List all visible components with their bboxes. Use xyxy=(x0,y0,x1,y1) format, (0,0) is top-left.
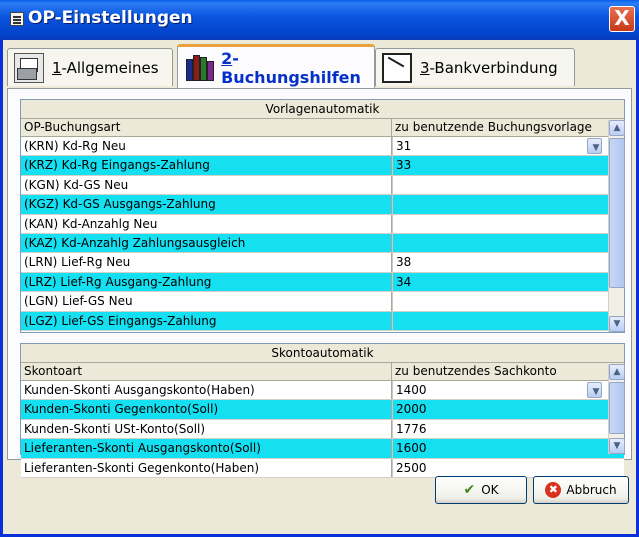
vorlagen-section-title: Vorlagenautomatik xyxy=(21,100,624,119)
title-bar[interactable]: OP-Einstellungen X xyxy=(0,0,639,40)
cell-value[interactable]: 34 xyxy=(392,272,604,292)
scroll-down-icon[interactable]: ▼ xyxy=(609,316,625,332)
skonto-row[interactable]: Lieferanten-Skonti Gegenkonto(Haben) 2500 xyxy=(21,458,624,478)
skonto-rows: Kunden-Skonti Ausgangskonto(Haben) 1400 ▼ K… xyxy=(21,381,624,478)
vorlagen-row[interactable]: (LGN) Lief-GS Neu xyxy=(21,292,624,312)
vorlagen-row[interactable]: (KAZ) Kd-Anzahlg Zahlungsausgleich xyxy=(21,233,624,254)
cell-value[interactable]: 1600 xyxy=(392,439,604,458)
tab-strip: 1-Allgemeines 2-Buchungshilfen 3-Bankver… xyxy=(7,44,637,90)
x-circle-icon: ✖ xyxy=(545,482,562,498)
cell-art: (LGZ) Lief-GS Eingangs-Zahlung xyxy=(21,311,392,330)
skonto-row[interactable]: Kunden-Skonti Ausgangskonto(Haben) 1400 ▼ xyxy=(21,381,624,401)
cell-value[interactable]: 31 xyxy=(392,137,604,156)
cell-value[interactable]: 1776 xyxy=(392,419,604,439)
cell-art: (KGZ) Kd-GS Ausgangs-Zahlung xyxy=(21,195,392,214)
cell-art: Kunden-Skonti Ausgangskonto(Haben) xyxy=(21,381,392,400)
cell-art: (KAN) Kd-Anzahlg Neu xyxy=(21,214,392,233)
vorlagen-row[interactable]: (KGN) Kd-GS Neu xyxy=(21,175,624,196)
cell-art: Kunden-Skonti Gegenkonto(Soll) xyxy=(21,400,392,419)
books-icon xyxy=(184,53,214,83)
vorlagen-row[interactable]: (KRZ) Kd-Rg Eingangs-Zahlung 33 xyxy=(21,156,624,176)
skonto-scrollbar[interactable]: ▲ ▼ xyxy=(608,364,625,454)
cell-art: (KGN) Kd-GS Neu xyxy=(21,175,392,195)
scroll-thumb[interactable] xyxy=(609,138,625,288)
skonto-row[interactable]: Kunden-Skonti Gegenkonto(Soll) 2000 xyxy=(21,400,624,420)
ok-button[interactable]: ✔ OK xyxy=(435,476,527,504)
dropdown-arrow-icon[interactable]: ▼ xyxy=(587,138,602,154)
cancel-button[interactable]: ✖ Abbruch xyxy=(533,476,629,504)
vorlagen-row[interactable]: (KGZ) Kd-GS Ausgangs-Zahlung xyxy=(21,195,624,215)
cell-value[interactable]: 38 xyxy=(392,253,604,272)
cell-value[interactable] xyxy=(392,214,604,233)
vorlagen-row[interactable]: (KAN) Kd-Anzahlg Neu xyxy=(21,214,624,234)
cell-art: Lieferanten-Skonti Gegenkonto(Haben) xyxy=(21,458,392,477)
cell-art: (LRZ) Lief-Rg Ausgang-Zahlung xyxy=(21,272,392,292)
check-icon: ✔ xyxy=(463,482,476,498)
dialog-window: OP-Einstellungen X 1-Allgemeines 2-Buchu… xyxy=(0,0,639,537)
cell-value[interactable] xyxy=(392,311,604,330)
vorlagen-row[interactable]: (LGZ) Lief-GS Eingangs-Zahlung xyxy=(21,311,624,331)
cell-art: (KRZ) Kd-Rg Eingangs-Zahlung xyxy=(21,156,392,175)
cell-value[interactable]: 2500 xyxy=(392,458,604,477)
skonto-section-title: Skontoautomatik xyxy=(21,344,624,363)
column-header-buchungsvorlage[interactable]: zu benutzende Buchungsvorlage xyxy=(392,119,604,136)
skonto-row[interactable]: Lieferanten-Skonti Ausgangskonto(Soll) 16… xyxy=(21,439,624,459)
vorlagen-row[interactable]: (LRZ) Lief-Rg Ausgang-Zahlung 34 xyxy=(21,272,624,293)
cell-value[interactable] xyxy=(392,233,604,253)
cell-art: (KAZ) Kd-Anzahlg Zahlungsausgleich xyxy=(21,233,392,253)
cell-value[interactable] xyxy=(392,292,604,311)
window-icon xyxy=(10,12,24,26)
vorlagen-scrollbar[interactable]: ▲ ▼ xyxy=(608,120,625,332)
tab-bankverbindung[interactable]: 3-Bankverbindung xyxy=(375,48,575,86)
window-title: OP-Einstellungen xyxy=(28,8,193,28)
bank-icon xyxy=(382,52,412,83)
scroll-up-icon[interactable]: ▲ xyxy=(609,364,625,380)
tab-allgemeines[interactable]: 1-Allgemeines xyxy=(7,48,173,86)
vorlagen-row[interactable]: (LRN) Lief-Rg Neu 38 xyxy=(21,253,624,273)
cell-art: (KRN) Kd-Rg Neu xyxy=(21,137,392,156)
cell-value[interactable] xyxy=(392,175,604,195)
column-header-buchungsart[interactable]: OP-Buchungsart xyxy=(21,119,392,136)
cell-art: Kunden-Skonti USt-Konto(Soll) xyxy=(21,419,392,439)
cell-value[interactable] xyxy=(392,195,604,214)
cell-art: Lieferanten-Skonti Ausgangskonto(Soll) xyxy=(21,439,392,458)
vorlagen-grid: Vorlagenautomatik OP-Buchungsart zu benu… xyxy=(20,99,625,333)
close-button[interactable]: X xyxy=(609,6,635,32)
cell-art: (LGN) Lief-GS Neu xyxy=(21,292,392,311)
skonto-column-headers: Skontoart zu benutzendes Sachkonto xyxy=(21,363,624,381)
column-header-skontoart[interactable]: Skontoart xyxy=(21,363,392,380)
column-header-sachkonto[interactable]: zu benutzendes Sachkonto xyxy=(392,363,604,380)
vorlagen-column-headers: OP-Buchungsart zu benutzende Buchungsvor… xyxy=(21,119,624,137)
skonto-grid: Skontoautomatik Skontoart zu benutzendes… xyxy=(20,343,625,478)
scroll-down-icon[interactable]: ▼ xyxy=(609,438,625,454)
skonto-row[interactable]: Kunden-Skonti USt-Konto(Soll) 1776 xyxy=(21,419,624,440)
cell-art: (LRN) Lief-Rg Neu xyxy=(21,253,392,272)
dropdown-arrow-icon[interactable]: ▼ xyxy=(587,382,602,398)
scroll-up-icon[interactable]: ▲ xyxy=(609,120,625,136)
cell-value[interactable]: 1400 xyxy=(392,381,604,400)
tab-panel-buchungshilfen: Vorlagenautomatik OP-Buchungsart zu benu… xyxy=(7,88,632,478)
cell-value[interactable]: 33 xyxy=(392,156,604,175)
tab-buchungshilfen[interactable]: 2-Buchungshilfen xyxy=(177,44,375,88)
settings-icon xyxy=(14,52,44,83)
cell-value[interactable]: 2000 xyxy=(392,400,604,419)
vorlagen-rows: (KRN) Kd-Rg Neu 31 ▼ (KRZ) Kd-Rg Eingangs-Z… xyxy=(21,137,624,331)
vorlagen-row[interactable]: (KRN) Kd-Rg Neu 31 ▼ xyxy=(21,137,624,157)
scroll-thumb[interactable] xyxy=(609,382,625,434)
